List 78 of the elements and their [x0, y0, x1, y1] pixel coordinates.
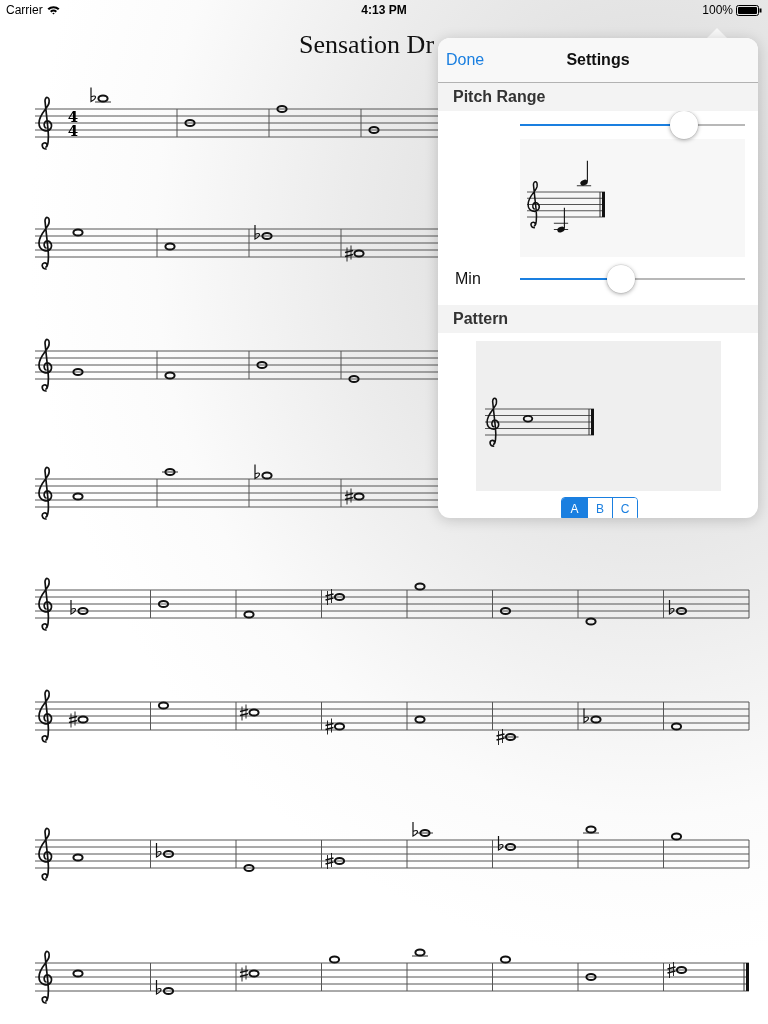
whole-note — [324, 588, 346, 606]
whole-note — [324, 852, 346, 870]
whole-note — [344, 245, 365, 262]
done-button[interactable]: Done — [438, 51, 493, 69]
whole-note — [90, 86, 112, 103]
whole-note — [412, 821, 434, 838]
whole-note — [414, 715, 426, 724]
treble-clef-icon — [38, 950, 53, 1004]
whole-note — [670, 832, 683, 841]
whole-note — [495, 728, 519, 746]
whole-note — [411, 948, 429, 957]
whole-note — [276, 104, 288, 114]
slider-thumb[interactable] — [607, 265, 636, 293]
battery-percent: 100% — [702, 3, 733, 17]
whole-note — [161, 467, 179, 477]
section-header: Pattern — [453, 310, 509, 328]
treble-clef-icon — [38, 827, 53, 881]
treble-clef-icon — [486, 397, 500, 447]
quarter-note — [576, 160, 592, 187]
whole-note — [243, 610, 255, 619]
whole-note — [344, 488, 365, 505]
whole-note — [157, 599, 170, 609]
whole-note — [666, 961, 688, 979]
whole-note — [522, 414, 534, 423]
whole-note — [243, 863, 255, 873]
whole-note — [184, 118, 196, 128]
whole-note — [155, 842, 175, 859]
quarter-note — [553, 207, 569, 233]
treble-clef-icon — [38, 96, 53, 150]
pattern-option-tab[interactable]: C — [612, 498, 637, 518]
whole-note — [414, 582, 426, 591]
whole-note — [585, 972, 597, 982]
battery-icon — [736, 4, 762, 16]
whole-note — [157, 701, 170, 710]
whole-note — [155, 979, 175, 996]
min-label: Min — [454, 270, 482, 288]
treble-clef-icon — [38, 338, 53, 392]
treble-clef-icon — [38, 466, 53, 520]
whole-note — [239, 704, 260, 721]
treble-clef-icon — [38, 577, 53, 631]
popover-title: Settings — [566, 51, 630, 69]
whole-note — [585, 617, 597, 626]
treble-clef-icon — [38, 216, 53, 270]
treble-clef-icon — [527, 180, 540, 229]
whole-note — [239, 965, 260, 982]
clock-time: 4:13 PM — [361, 3, 407, 17]
whole-note — [68, 711, 89, 728]
whole-note — [254, 463, 273, 480]
whole-note — [582, 825, 600, 834]
whole-note — [164, 242, 176, 251]
slider-thumb[interactable] — [670, 111, 699, 139]
whole-note — [254, 224, 273, 241]
whole-note — [499, 955, 512, 964]
whole-note — [583, 707, 602, 724]
section-header: Pitch Range — [453, 88, 546, 106]
time-signature: 4 4 — [67, 108, 79, 140]
whole-note — [668, 599, 688, 616]
whole-note — [328, 955, 341, 964]
whole-note — [324, 718, 346, 735]
whole-note — [72, 367, 84, 377]
whole-note — [72, 492, 84, 501]
whole-note — [70, 599, 89, 616]
score-title: Sensation Dr — [299, 30, 435, 59]
whole-note — [348, 374, 360, 384]
whole-note — [499, 606, 512, 616]
wifi-icon — [46, 5, 60, 15]
whole-note — [670, 722, 683, 731]
pattern-option-tab[interactable]: A — [562, 498, 587, 518]
whole-note — [256, 360, 268, 370]
whole-note — [164, 371, 176, 380]
whole-note — [368, 125, 380, 135]
pattern-option-tab[interactable]: B — [587, 498, 612, 518]
carrier-name: Carrier — [6, 3, 43, 17]
whole-note — [497, 835, 517, 852]
whole-note — [72, 969, 84, 978]
whole-note — [72, 228, 84, 237]
treble-clef-icon — [38, 689, 53, 743]
whole-note — [72, 853, 84, 862]
